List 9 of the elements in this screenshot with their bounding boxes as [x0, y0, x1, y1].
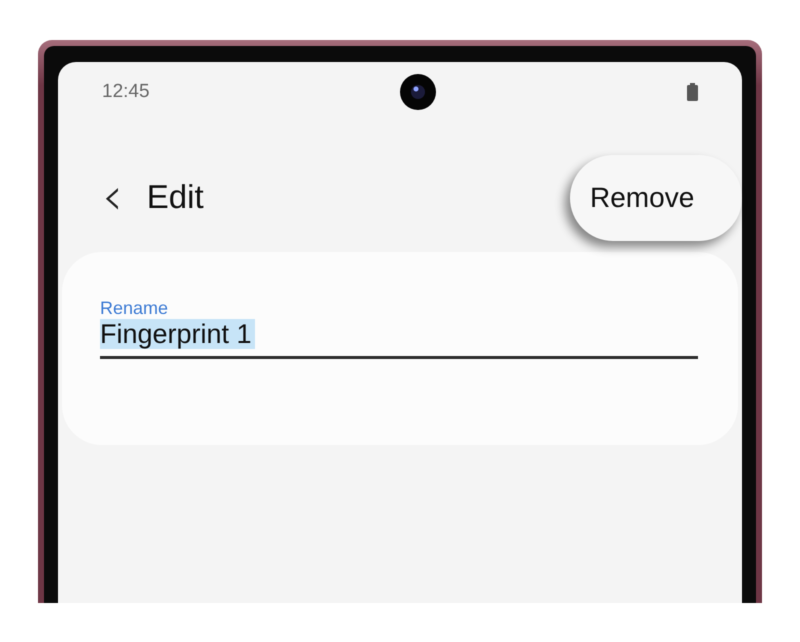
- back-button[interactable]: ‹: [102, 175, 123, 219]
- rename-field[interactable]: Fingerprint 1: [100, 319, 698, 359]
- page-title: Edit: [146, 178, 204, 216]
- remove-button[interactable]: Remove: [570, 155, 742, 241]
- status-time: 12:45: [102, 81, 150, 103]
- field-value: Fingerprint 1: [100, 319, 255, 349]
- camera-icon: [400, 74, 436, 110]
- field-label: Rename: [100, 298, 170, 319]
- battery-icon: [686, 83, 698, 101]
